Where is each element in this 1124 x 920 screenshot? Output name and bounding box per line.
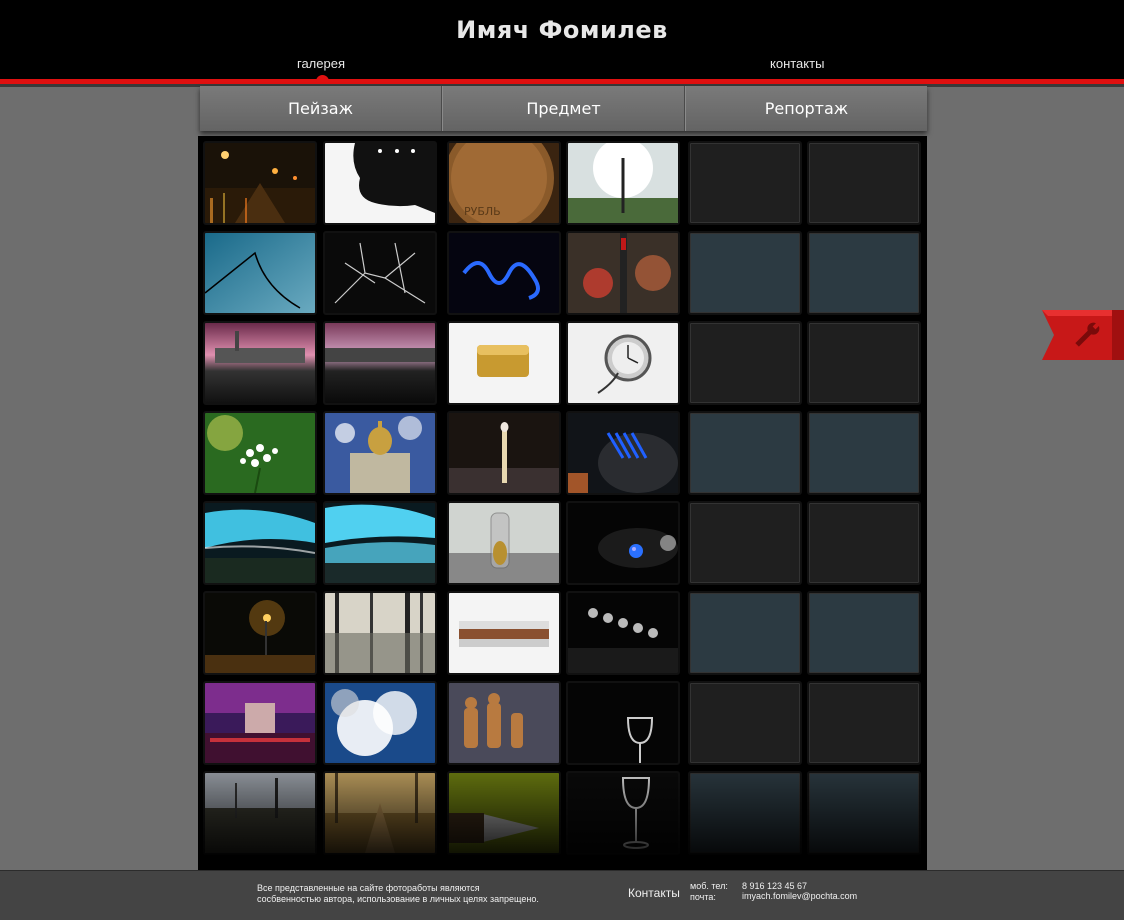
- photo-placeholder[interactable]: [688, 681, 802, 765]
- tab-landscape[interactable]: Пейзаж: [200, 86, 442, 131]
- photo-placeholder[interactable]: [807, 141, 921, 225]
- photo-matchstick[interactable]: [447, 411, 561, 495]
- photo-bottle[interactable]: [447, 501, 561, 585]
- wrench-icon: [1042, 310, 1124, 360]
- nav-contacts-link[interactable]: контакты: [770, 56, 824, 71]
- photo-night-lamp[interactable]: [203, 591, 317, 675]
- photo-placeholder[interactable]: [688, 771, 802, 855]
- photo-placeholder[interactable]: [807, 591, 921, 675]
- photo-forest-path[interactable]: [323, 771, 437, 855]
- photo-pink-sky[interactable]: [203, 321, 317, 405]
- photo-placeholder[interactable]: [807, 321, 921, 405]
- photo-chess-dark[interactable]: [566, 591, 680, 675]
- tab-object[interactable]: Предмет: [442, 86, 685, 131]
- photo-night-street[interactable]: [203, 141, 317, 225]
- photo-harmonica[interactable]: [447, 591, 561, 675]
- photo-wine-glass[interactable]: [566, 681, 680, 765]
- site-title: Имяч Фомилев: [456, 16, 668, 44]
- photo-pocket-watch[interactable]: [566, 321, 680, 405]
- email-value[interactable]: imyach.fomilev@pochta.com: [742, 891, 857, 901]
- copyright-note: Все представленные на сайте фотоработы я…: [257, 883, 577, 905]
- phone-value: 8 916 123 45 67: [742, 881, 808, 891]
- photo-placeholder[interactable]: [688, 501, 802, 585]
- photo-gold-lighter[interactable]: [447, 321, 561, 405]
- footer-contacts-title: Контакты: [628, 886, 680, 900]
- photo-placeholder[interactable]: [807, 501, 921, 585]
- photo-wine-glass[interactable]: [566, 771, 680, 855]
- photo-knife-yellow[interactable]: [447, 771, 561, 855]
- photo-railway[interactable]: [203, 771, 317, 855]
- photo-placeholder[interactable]: [807, 681, 921, 765]
- photo-placeholder[interactable]: [688, 141, 802, 225]
- photo-placeholder[interactable]: [807, 231, 921, 315]
- copyright-line: Все представленные на сайте фотоработы я…: [257, 883, 480, 893]
- photo-clouds-sun[interactable]: [323, 681, 437, 765]
- svg-text:РУБЛЬ: РУБЛЬ: [464, 205, 501, 218]
- photo-placeholder[interactable]: [688, 321, 802, 405]
- settings-side-tab[interactable]: [1042, 310, 1124, 360]
- photo-white-flowers[interactable]: [203, 411, 317, 495]
- photo-blue-mouse[interactable]: [566, 411, 680, 495]
- photo-placeholder[interactable]: [688, 231, 802, 315]
- photo-chess-pieces[interactable]: [447, 681, 561, 765]
- photo-blue-ball[interactable]: [566, 501, 680, 585]
- photo-bw-branches[interactable]: [323, 231, 437, 315]
- header: Имяч Фомилев галерея контакты: [0, 0, 1124, 80]
- photo-cathedral[interactable]: [323, 411, 437, 495]
- photo-placeholder[interactable]: [688, 411, 802, 495]
- email-label: почта:: [690, 892, 716, 902]
- footer: Все представленные на сайте фотоработы я…: [0, 870, 1124, 920]
- phone-label: моб. тел:: [690, 881, 728, 891]
- photo-cyan-water[interactable]: [323, 501, 437, 585]
- photo-red-pen[interactable]: [566, 231, 680, 315]
- photo-pink-sky[interactable]: [323, 321, 437, 405]
- photo-bw-trees[interactable]: [323, 141, 437, 225]
- nav-gallery-link[interactable]: галерея: [297, 56, 345, 71]
- photo-cyan-sky[interactable]: [203, 501, 317, 585]
- photo-night-arch[interactable]: [203, 681, 317, 765]
- photo-placeholder[interactable]: [807, 411, 921, 495]
- copyright-line: сосбвенностью автора, использование в ли…: [257, 894, 539, 904]
- gallery-grid: РУБЛЬ: [198, 136, 927, 870]
- photo-blue-logo[interactable]: [447, 231, 561, 315]
- photo-flooded-forest[interactable]: [323, 591, 437, 675]
- photo-coin[interactable]: РУБЛЬ: [447, 141, 561, 225]
- category-tabs: Пейзаж Предмет Репортаж: [200, 86, 927, 131]
- photo-pen-sunlight[interactable]: [566, 141, 680, 225]
- photo-power-line[interactable]: [203, 231, 317, 315]
- photo-placeholder[interactable]: [807, 771, 921, 855]
- photo-placeholder[interactable]: [688, 591, 802, 675]
- tab-reportage[interactable]: Репортаж: [685, 86, 927, 131]
